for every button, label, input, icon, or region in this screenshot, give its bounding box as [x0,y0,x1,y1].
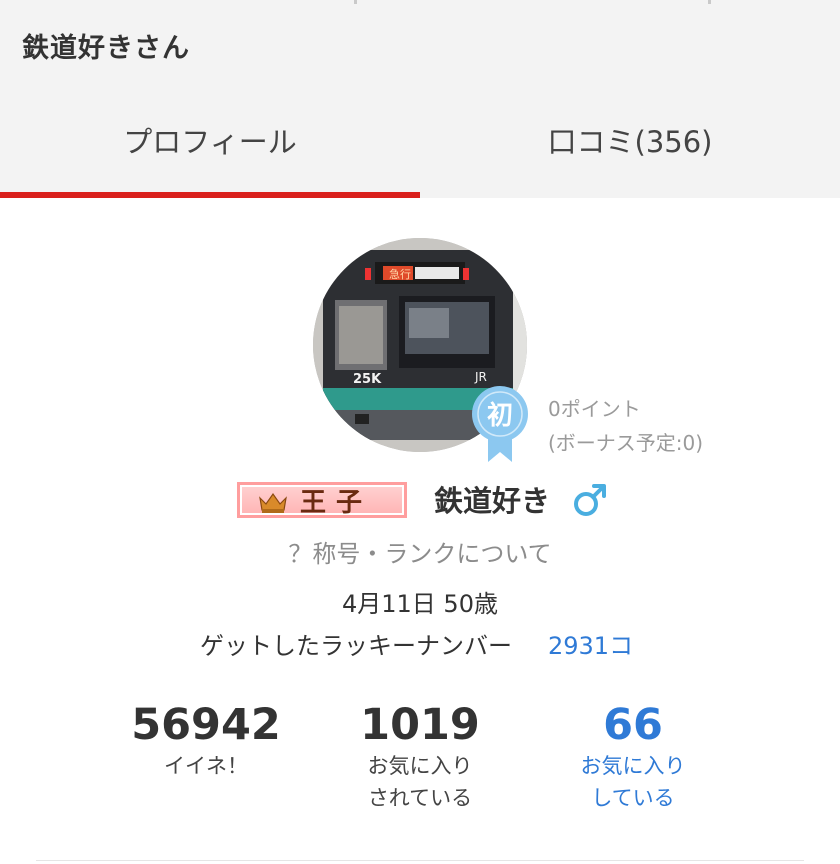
tab-profile[interactable]: プロフィール [0,90,420,198]
divider [36,860,804,861]
stat-favorited-by-label-1: お気に入り [367,754,473,778]
lucky-number-label: ゲットしたラッキーナンバー [200,632,512,660]
male-gender-icon [574,484,606,516]
crown-icon [259,492,287,513]
rank-title-badge: 王子 [237,482,407,518]
stat-favoriting[interactable]: 66 お気に入り している [513,700,753,814]
first-badge-icon: 初 [470,384,534,464]
username: 鉄道好き [434,484,551,518]
stat-favoriting-value: 66 [603,700,663,750]
birthday-age: 4月11日 50歳 [342,590,498,618]
train-logo-jr: JR [474,370,487,384]
rank-info-link[interactable]: ？称号・ランクについて [0,534,840,569]
page-title: 鉄道好きさん [22,33,190,64]
tab-bar: プロフィール 口コミ(356) [0,90,840,198]
points-info: 0ポイント (ボーナス予定:0) [548,392,703,460]
stat-likes-value: 56942 [131,700,281,750]
lucky-number-count[interactable]: 2931コ [548,626,633,661]
rank-title-text: 王子 [299,487,372,518]
page-header: 鉄道好きさん [0,4,840,90]
stat-favorited-by[interactable]: 1019 お気に入り されている [300,700,540,814]
points-value: 0ポイント [548,397,641,421]
stat-favoriting-label-1: お気に入り [580,754,686,778]
train-number: 25K [353,372,382,387]
badge-text: 初 [487,401,513,431]
stat-favoriting-label-2: している [591,786,675,810]
train-sign-text: 急行 [389,267,411,281]
stat-favorited-by-label-2: されている [367,786,473,810]
stat-likes[interactable]: 56942 イイネ！ [86,700,326,782]
stat-likes-label: イイネ！ [164,754,248,778]
tab-reviews[interactable]: 口コミ(356) [420,90,840,198]
stat-favorited-by-value: 1019 [360,700,480,750]
bonus-value: (ボーナス予定:0) [548,431,704,455]
